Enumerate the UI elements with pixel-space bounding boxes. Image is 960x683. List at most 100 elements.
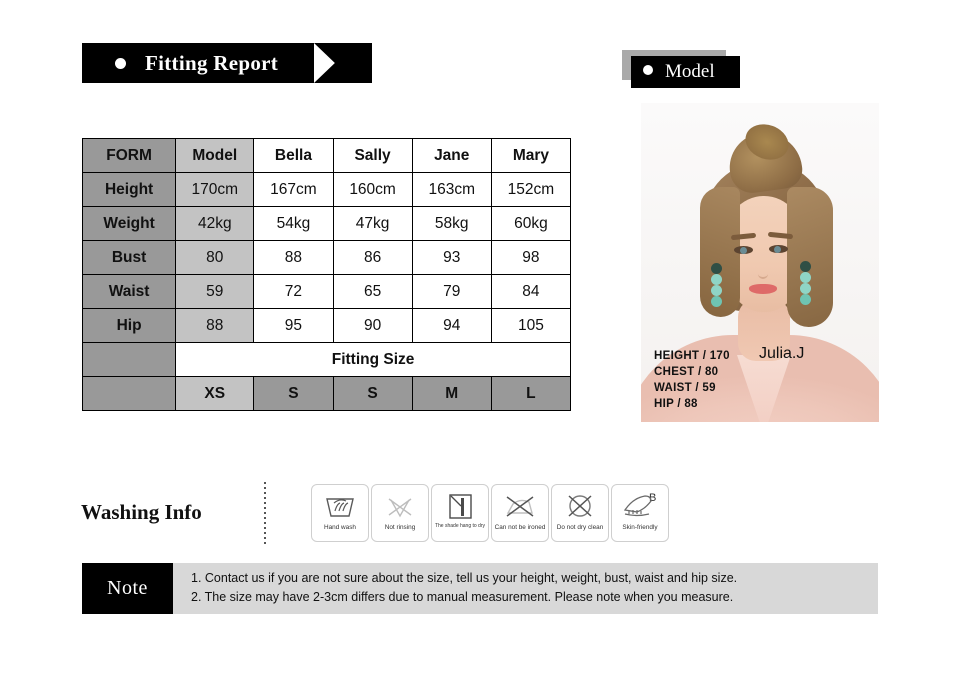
cell-height-mary: 152cm xyxy=(490,172,572,207)
shade-hang-to-dry-glyph xyxy=(441,489,479,523)
cell-waist-sally: 65 xyxy=(332,274,413,309)
do-not-iron-glyph xyxy=(501,489,539,523)
table-row: Hip 88 95 90 94 105 xyxy=(81,308,572,343)
cell-waist-bella: 72 xyxy=(253,274,334,309)
model-banner-title: Model xyxy=(665,61,715,82)
size-cell-jane: M xyxy=(411,376,492,411)
do-not-iron-icon: Can not be ironed xyxy=(491,484,549,542)
row-label-bust: Bust xyxy=(81,240,177,275)
table-row: Waist 59 72 65 79 84 xyxy=(81,274,572,309)
not-rinsing-icon: Not rinsing xyxy=(371,484,429,542)
note-line-2: 2. The size may have 2-3cm differs due t… xyxy=(191,590,734,604)
cell-height-bella: 167cm xyxy=(253,172,334,207)
cell-weight-mary: 60kg xyxy=(490,206,572,241)
care-caption: The shade hang to dry xyxy=(434,523,486,529)
cell-height-model: 170cm xyxy=(175,172,255,207)
table-header-row: FORM Model Bella Sally Jane Mary xyxy=(81,138,572,173)
cell-hip-model: 88 xyxy=(175,308,255,343)
care-icons-group: Hand wash Not rinsing The shade hang to … xyxy=(311,484,669,542)
size-table: FORM Model Bella Sally Jane Mary Height … xyxy=(81,138,572,411)
model-stat-chest: CHEST / 80 xyxy=(654,366,719,378)
ribbon-tail-notch xyxy=(314,43,372,83)
table-row: Height 170cm 167cm 160cm 163cm 152cm xyxy=(81,172,572,207)
model-stat-hip: HIP / 88 xyxy=(654,398,698,410)
size-cell-sally: S xyxy=(332,376,413,411)
row-label-height: Height xyxy=(81,172,177,207)
table-header-model: Model xyxy=(175,138,255,173)
hand-wash-icon: Hand wash xyxy=(311,484,369,542)
do-not-dry-clean-glyph xyxy=(561,489,599,523)
mouth-shape xyxy=(749,284,777,294)
cell-waist-model: 59 xyxy=(175,274,255,309)
fitting-report-title: Fitting Report xyxy=(145,51,279,75)
blank-cell xyxy=(81,376,177,411)
cell-weight-bella: 54kg xyxy=(253,206,334,241)
note-section: Note 1. Contact us if you are not sure a… xyxy=(82,563,878,614)
skin-friendly-glyph: B xyxy=(621,489,659,523)
note-badge-label: Note xyxy=(107,577,148,599)
table-header-form: FORM xyxy=(81,138,177,173)
hand-wash-glyph xyxy=(321,489,359,523)
cell-hip-sally: 90 xyxy=(332,308,413,343)
earring-left-icon xyxy=(711,263,722,307)
cell-weight-model: 42kg xyxy=(175,206,255,241)
table-header-bella: Bella xyxy=(253,138,334,173)
cell-weight-jane: 58kg xyxy=(411,206,492,241)
hair-right-shape xyxy=(787,187,833,327)
table-header-mary: Mary xyxy=(490,138,572,173)
size-row: XS S S M L xyxy=(81,376,572,411)
cell-hip-jane: 94 xyxy=(411,308,492,343)
model-stat-height: HEIGHT / 170 xyxy=(654,350,730,362)
cell-waist-jane: 79 xyxy=(411,274,492,309)
fitting-size-label: Fitting Size xyxy=(175,342,571,377)
fitting-report-banner: Fitting Report xyxy=(82,43,372,83)
table-row: Weight 42kg 54kg 47kg 58kg 60kg xyxy=(81,206,572,241)
care-caption: Do not dry clean xyxy=(556,524,604,531)
iris-right xyxy=(774,246,781,253)
shade-hang-to-dry-icon: The shade hang to dry xyxy=(431,484,489,542)
note-body: 1. Contact us if you are not sure about … xyxy=(173,563,878,614)
cell-height-sally: 160cm xyxy=(332,172,413,207)
bullet-dot-icon xyxy=(643,65,653,75)
washing-info-title: Washing Info xyxy=(81,500,202,524)
cell-hip-mary: 105 xyxy=(490,308,572,343)
cell-waist-mary: 84 xyxy=(490,274,572,309)
model-banner: Model xyxy=(622,50,740,88)
cell-bust-bella: 88 xyxy=(253,240,334,275)
size-cell-mary: L xyxy=(490,376,572,411)
size-cell-bella: S xyxy=(253,376,334,411)
cell-weight-sally: 47kg xyxy=(332,206,413,241)
table-header-sally: Sally xyxy=(332,138,413,173)
cell-hip-bella: 95 xyxy=(253,308,334,343)
not-rinsing-glyph xyxy=(381,489,419,523)
cell-bust-mary: 98 xyxy=(490,240,572,275)
earring-right-icon xyxy=(800,261,811,305)
iris-left xyxy=(740,247,747,254)
cell-bust-jane: 93 xyxy=(411,240,492,275)
care-caption: Not rinsing xyxy=(384,524,416,531)
care-caption: Can not be ironed xyxy=(494,524,546,531)
size-cell-model: XS xyxy=(175,376,255,411)
model-photo: HEIGHT / 170 CHEST / 80 WAIST / 59 HIP /… xyxy=(641,103,879,422)
skin-friendly-icon: B Skin-friendly xyxy=(611,484,669,542)
table-row: Bust 80 88 86 93 98 xyxy=(81,240,572,275)
nose-shape xyxy=(758,258,768,279)
cell-height-jane: 163cm xyxy=(411,172,492,207)
note-badge: Note xyxy=(82,563,173,614)
model-name: Julia.J xyxy=(759,345,805,362)
do-not-dry-clean-icon: Do not dry clean xyxy=(551,484,609,542)
table-header-jane: Jane xyxy=(411,138,492,173)
row-label-hip: Hip xyxy=(81,308,177,343)
care-caption: Hand wash xyxy=(324,524,356,531)
bullet-dot-icon xyxy=(115,58,126,69)
row-label-waist: Waist xyxy=(81,274,177,309)
dotted-divider xyxy=(264,482,266,546)
row-label-weight: Weight xyxy=(81,206,177,241)
cell-bust-sally: 86 xyxy=(332,240,413,275)
fitting-size-row: Fitting Size xyxy=(81,342,571,377)
cell-bust-model: 80 xyxy=(175,240,255,275)
blank-cell xyxy=(81,342,177,377)
model-stat-waist: WAIST / 59 xyxy=(654,382,716,394)
care-caption: Skin-friendly xyxy=(622,524,658,531)
note-line-1: 1. Contact us if you are not sure about … xyxy=(191,571,738,585)
